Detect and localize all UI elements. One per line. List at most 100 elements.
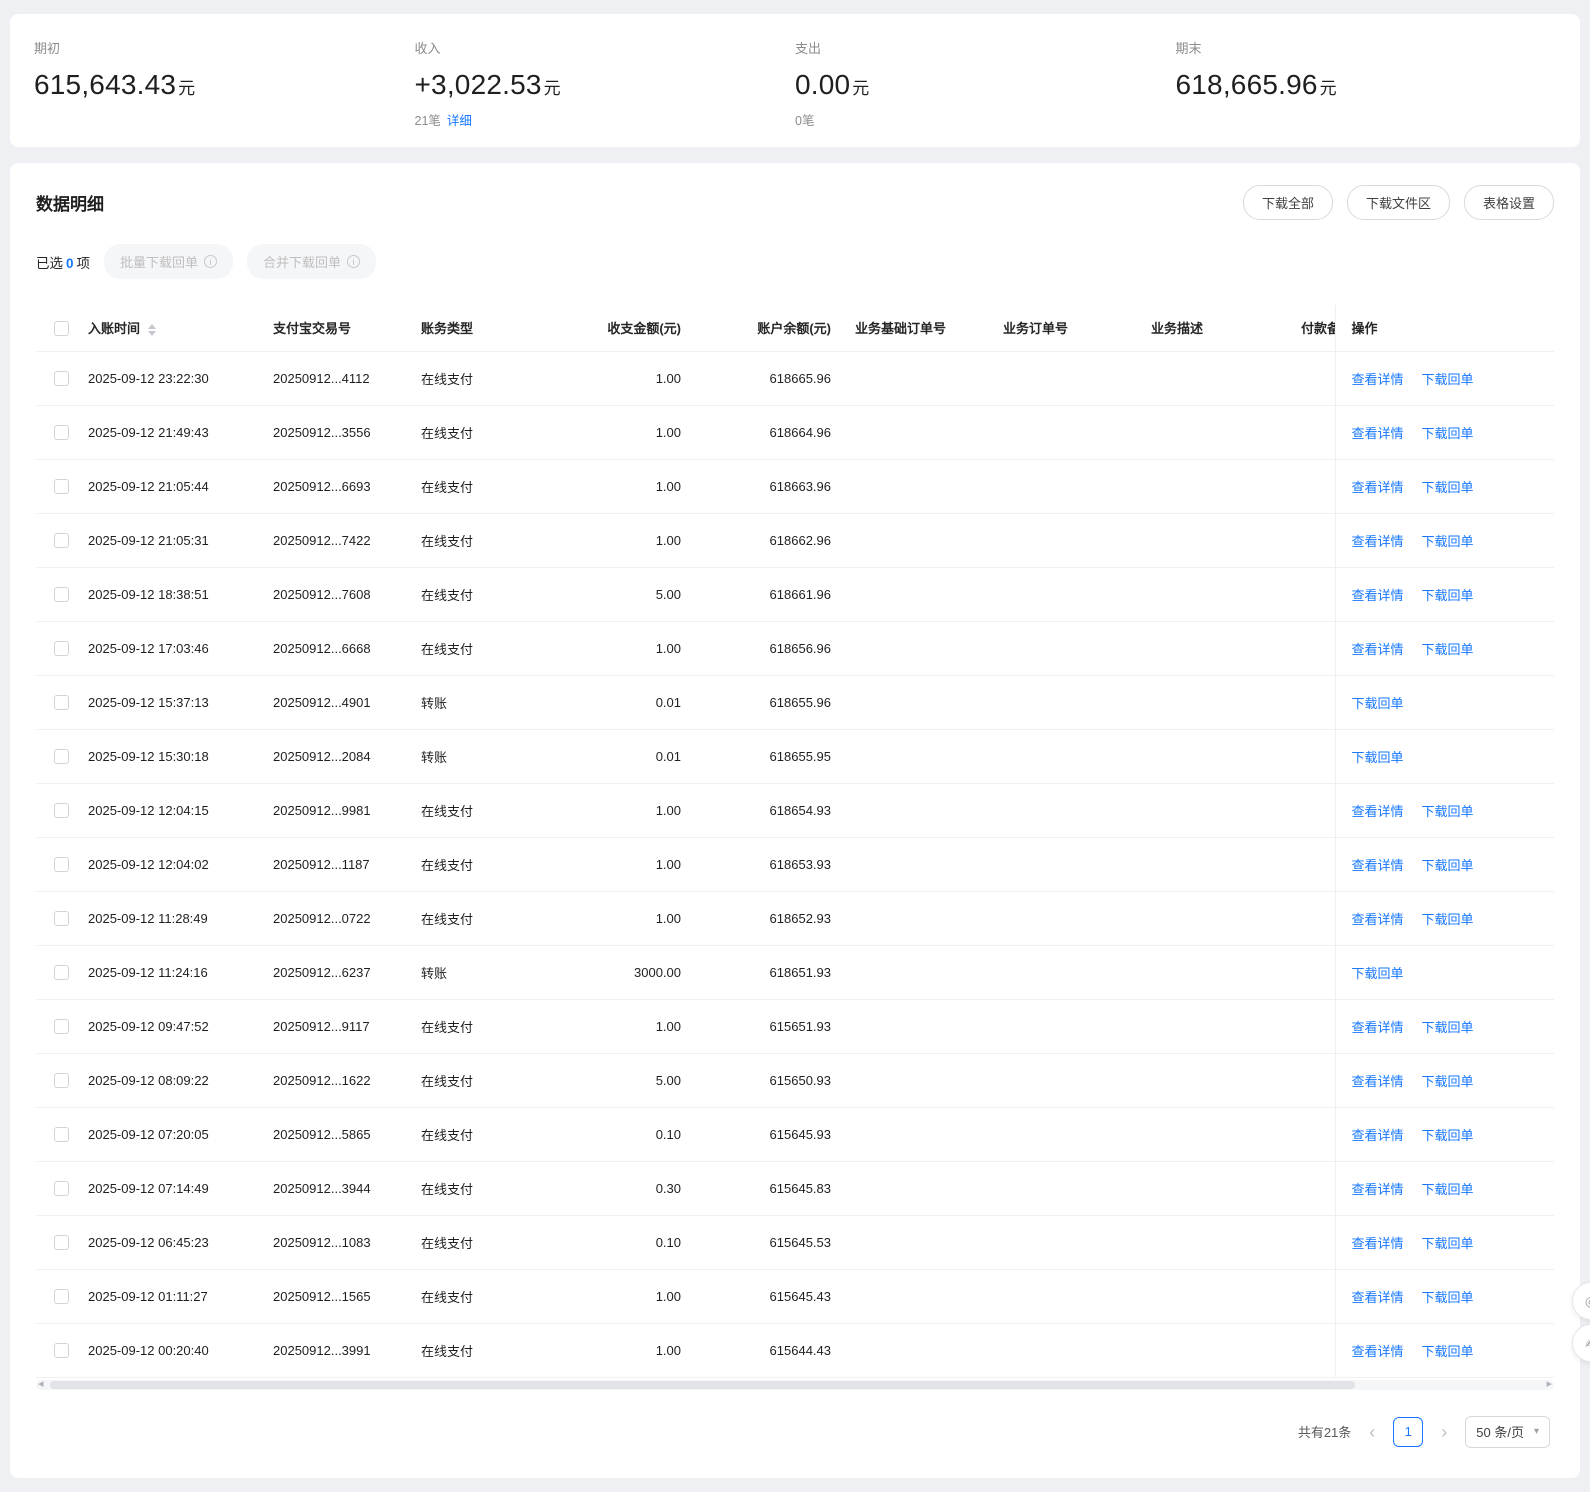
summary-income: 收入 +3,022.53元 21笔详细 <box>415 38 796 129</box>
download-receipt-link[interactable]: 下载回单 <box>1422 1074 1474 1089</box>
cell-description <box>1139 999 1289 1053</box>
row-checkbox[interactable] <box>54 695 69 710</box>
download-receipt-link[interactable]: 下载回单 <box>1352 750 1404 765</box>
row-checkbox[interactable] <box>54 911 69 926</box>
view-detail-link[interactable]: 查看详情 <box>1352 1128 1404 1143</box>
cell-description <box>1139 405 1289 459</box>
download-all-button[interactable]: 下载全部 <box>1243 185 1333 220</box>
view-detail-link[interactable]: 查看详情 <box>1352 912 1404 927</box>
row-checkbox[interactable] <box>54 533 69 548</box>
row-checkbox[interactable] <box>54 1127 69 1142</box>
row-checkbox[interactable] <box>54 803 69 818</box>
cell-description <box>1139 675 1289 729</box>
view-detail-link[interactable]: 查看详情 <box>1352 588 1404 603</box>
cell-account-type: 转账 <box>409 729 541 783</box>
download-receipt-link[interactable]: 下载回单 <box>1422 1344 1474 1359</box>
horizontal-scrollbar[interactable]: ◂ ▸ <box>36 1380 1554 1390</box>
prev-page-button[interactable]: ‹ <box>1365 1423 1379 1441</box>
download-receipt-link[interactable]: 下载回单 <box>1422 858 1474 873</box>
download-receipt-link[interactable]: 下载回单 <box>1422 1236 1474 1251</box>
view-detail-link[interactable]: 查看详情 <box>1352 1236 1404 1251</box>
cell-account-type: 在线支付 <box>409 1323 541 1377</box>
cell-remark <box>1289 459 1335 513</box>
scroll-right-arrow[interactable]: ▸ <box>1546 1377 1552 1390</box>
view-detail-link[interactable]: 查看详情 <box>1352 1020 1404 1035</box>
view-detail-link[interactable]: 查看详情 <box>1352 372 1404 387</box>
view-detail-link[interactable]: 查看详情 <box>1352 534 1404 549</box>
select-all-checkbox[interactable] <box>54 321 69 336</box>
income-detail-link[interactable]: 详细 <box>447 114 472 128</box>
cell-remark <box>1289 621 1335 675</box>
header-transaction-id: 支付宝交易号 <box>261 305 409 351</box>
cell-description <box>1139 837 1289 891</box>
download-receipt-link[interactable]: 下载回单 <box>1422 1020 1474 1035</box>
header-entry-time[interactable]: 入账时间 <box>76 305 261 351</box>
download-receipt-link[interactable]: 下载回单 <box>1422 1128 1474 1143</box>
summary-opening: 期初 615,643.43元 <box>34 38 415 129</box>
row-checkbox[interactable] <box>54 1073 69 1088</box>
row-checkbox[interactable] <box>54 965 69 980</box>
row-checkbox[interactable] <box>54 479 69 494</box>
table-settings-button[interactable]: 表格设置 <box>1464 185 1554 220</box>
cell-base-order <box>843 1053 991 1107</box>
cell-transaction-id: 20250912...4901 <box>261 675 409 729</box>
cell-balance: 618655.96 <box>693 675 843 729</box>
cell-balance: 615645.93 <box>693 1107 843 1161</box>
download-receipt-link[interactable]: 下载回单 <box>1422 480 1474 495</box>
table-row: 2025-09-12 07:20:05 20250912...5865 在线支付… <box>36 1107 1554 1161</box>
download-receipt-link[interactable]: 下载回单 <box>1422 426 1474 441</box>
view-detail-link[interactable]: 查看详情 <box>1352 426 1404 441</box>
download-receipt-link[interactable]: 下载回单 <box>1352 696 1404 711</box>
scrollbar-thumb[interactable] <box>50 1381 1355 1389</box>
cell-transaction-id: 20250912...7608 <box>261 567 409 621</box>
batch-download-button[interactable]: 批量下载回单i <box>104 244 233 279</box>
row-checkbox[interactable] <box>54 857 69 872</box>
view-detail-link[interactable]: 查看详情 <box>1352 1074 1404 1089</box>
download-receipt-link[interactable]: 下载回单 <box>1422 642 1474 657</box>
sort-icon[interactable] <box>148 324 156 336</box>
summary-opening-label: 期初 <box>34 38 415 57</box>
scroll-left-arrow[interactable]: ◂ <box>38 1377 44 1390</box>
cell-transaction-id: 20250912...2084 <box>261 729 409 783</box>
download-receipt-link[interactable]: 下载回单 <box>1352 966 1404 981</box>
row-checkbox[interactable] <box>54 1019 69 1034</box>
table-row: 2025-09-12 06:45:23 20250912...1083 在线支付… <box>36 1215 1554 1269</box>
view-detail-link[interactable]: 查看详情 <box>1352 642 1404 657</box>
next-page-button[interactable]: › <box>1437 1423 1451 1441</box>
row-checkbox[interactable] <box>54 587 69 602</box>
download-receipt-link[interactable]: 下载回单 <box>1422 1290 1474 1305</box>
cell-description <box>1139 1053 1289 1107</box>
view-detail-link[interactable]: 查看详情 <box>1352 1344 1404 1359</box>
row-checkbox[interactable] <box>54 749 69 764</box>
row-checkbox[interactable] <box>54 1343 69 1358</box>
row-checkbox[interactable] <box>54 371 69 386</box>
download-receipt-link[interactable]: 下载回单 <box>1422 588 1474 603</box>
row-checkbox[interactable] <box>54 425 69 440</box>
cell-balance: 615645.43 <box>693 1269 843 1323</box>
cell-remark <box>1289 1269 1335 1323</box>
page: 期初 615,643.43元 收入 +3,022.53元 21笔详细 支出 0.… <box>0 0 1590 1492</box>
cell-remark <box>1289 567 1335 621</box>
download-receipt-link[interactable]: 下载回单 <box>1422 804 1474 819</box>
view-detail-link[interactable]: 查看详情 <box>1352 858 1404 873</box>
row-checkbox[interactable] <box>54 641 69 656</box>
view-detail-link[interactable]: 查看详情 <box>1352 480 1404 495</box>
row-checkbox[interactable] <box>54 1289 69 1304</box>
row-checkbox[interactable] <box>54 1235 69 1250</box>
view-detail-link[interactable]: 查看详情 <box>1352 1182 1404 1197</box>
pagination: 共有21条 ‹ 1 › 50 条/页▾ <box>40 1416 1550 1448</box>
download-receipt-link[interactable]: 下载回单 <box>1422 534 1474 549</box>
download-receipt-link[interactable]: 下载回单 <box>1422 372 1474 387</box>
download-receipt-link[interactable]: 下载回单 <box>1422 1182 1474 1197</box>
download-zone-button[interactable]: 下载文件区 <box>1347 185 1450 220</box>
current-page-button[interactable]: 1 <box>1393 1417 1423 1447</box>
view-detail-link[interactable]: 查看详情 <box>1352 1290 1404 1305</box>
row-checkbox[interactable] <box>54 1181 69 1196</box>
view-detail-link[interactable]: 查看详情 <box>1352 804 1404 819</box>
merge-download-button[interactable]: 合并下载回单i <box>247 244 376 279</box>
cell-remark <box>1289 675 1335 729</box>
cell-description <box>1139 783 1289 837</box>
page-size-select[interactable]: 50 条/页▾ <box>1465 1416 1550 1448</box>
download-receipt-link[interactable]: 下载回单 <box>1422 912 1474 927</box>
cell-description <box>1139 513 1289 567</box>
